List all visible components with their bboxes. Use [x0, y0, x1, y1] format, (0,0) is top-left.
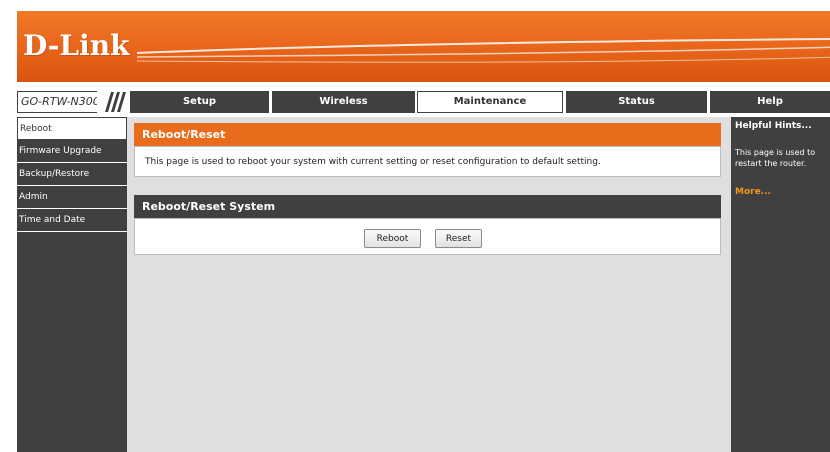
tab-status[interactable]: Status: [563, 91, 707, 113]
system-panel-body: Reboot Reset: [134, 218, 721, 255]
tab-help[interactable]: Help: [707, 91, 830, 113]
help-panel: Helpful Hints... This page is used to re…: [731, 117, 830, 452]
help-more-link[interactable]: More...: [735, 187, 771, 197]
help-text: This page is used to restart the router.: [735, 148, 816, 168]
tab-wireless[interactable]: Wireless: [269, 91, 415, 113]
intro-panel-description: This page is used to reboot your system …: [134, 146, 721, 177]
sidebar: Reboot Firmware Upgrade Backup/Restore A…: [17, 117, 127, 452]
intro-panel-title: Reboot/Reset: [134, 123, 721, 146]
tab-setup[interactable]: Setup: [127, 91, 269, 113]
sidebar-item-firmware-upgrade[interactable]: Firmware Upgrade: [17, 140, 127, 163]
model-slashes-icon: [97, 91, 127, 113]
dlink-logo: D-Link: [23, 29, 130, 62]
header-banner: D-Link: [17, 11, 830, 82]
sidebar-item-reboot[interactable]: Reboot: [17, 117, 127, 140]
reboot-button[interactable]: Reboot: [364, 229, 421, 248]
sidebar-item-backup-restore[interactable]: Backup/Restore: [17, 163, 127, 186]
help-title: Helpful Hints...: [735, 121, 812, 131]
sidebar-item-admin[interactable]: Admin: [17, 186, 127, 209]
tab-maintenance[interactable]: Maintenance: [417, 91, 563, 113]
banner-swoosh-graphic: [137, 38, 830, 63]
top-nav: GO-RTW-N300 Setup Wireless Maintenance S…: [17, 91, 830, 113]
sidebar-item-time-and-date[interactable]: Time and Date: [17, 209, 127, 232]
system-panel-title: Reboot/Reset System: [134, 195, 721, 218]
reset-button[interactable]: Reset: [435, 229, 482, 248]
main-content: Reboot/Reset This page is used to reboot…: [127, 117, 731, 452]
